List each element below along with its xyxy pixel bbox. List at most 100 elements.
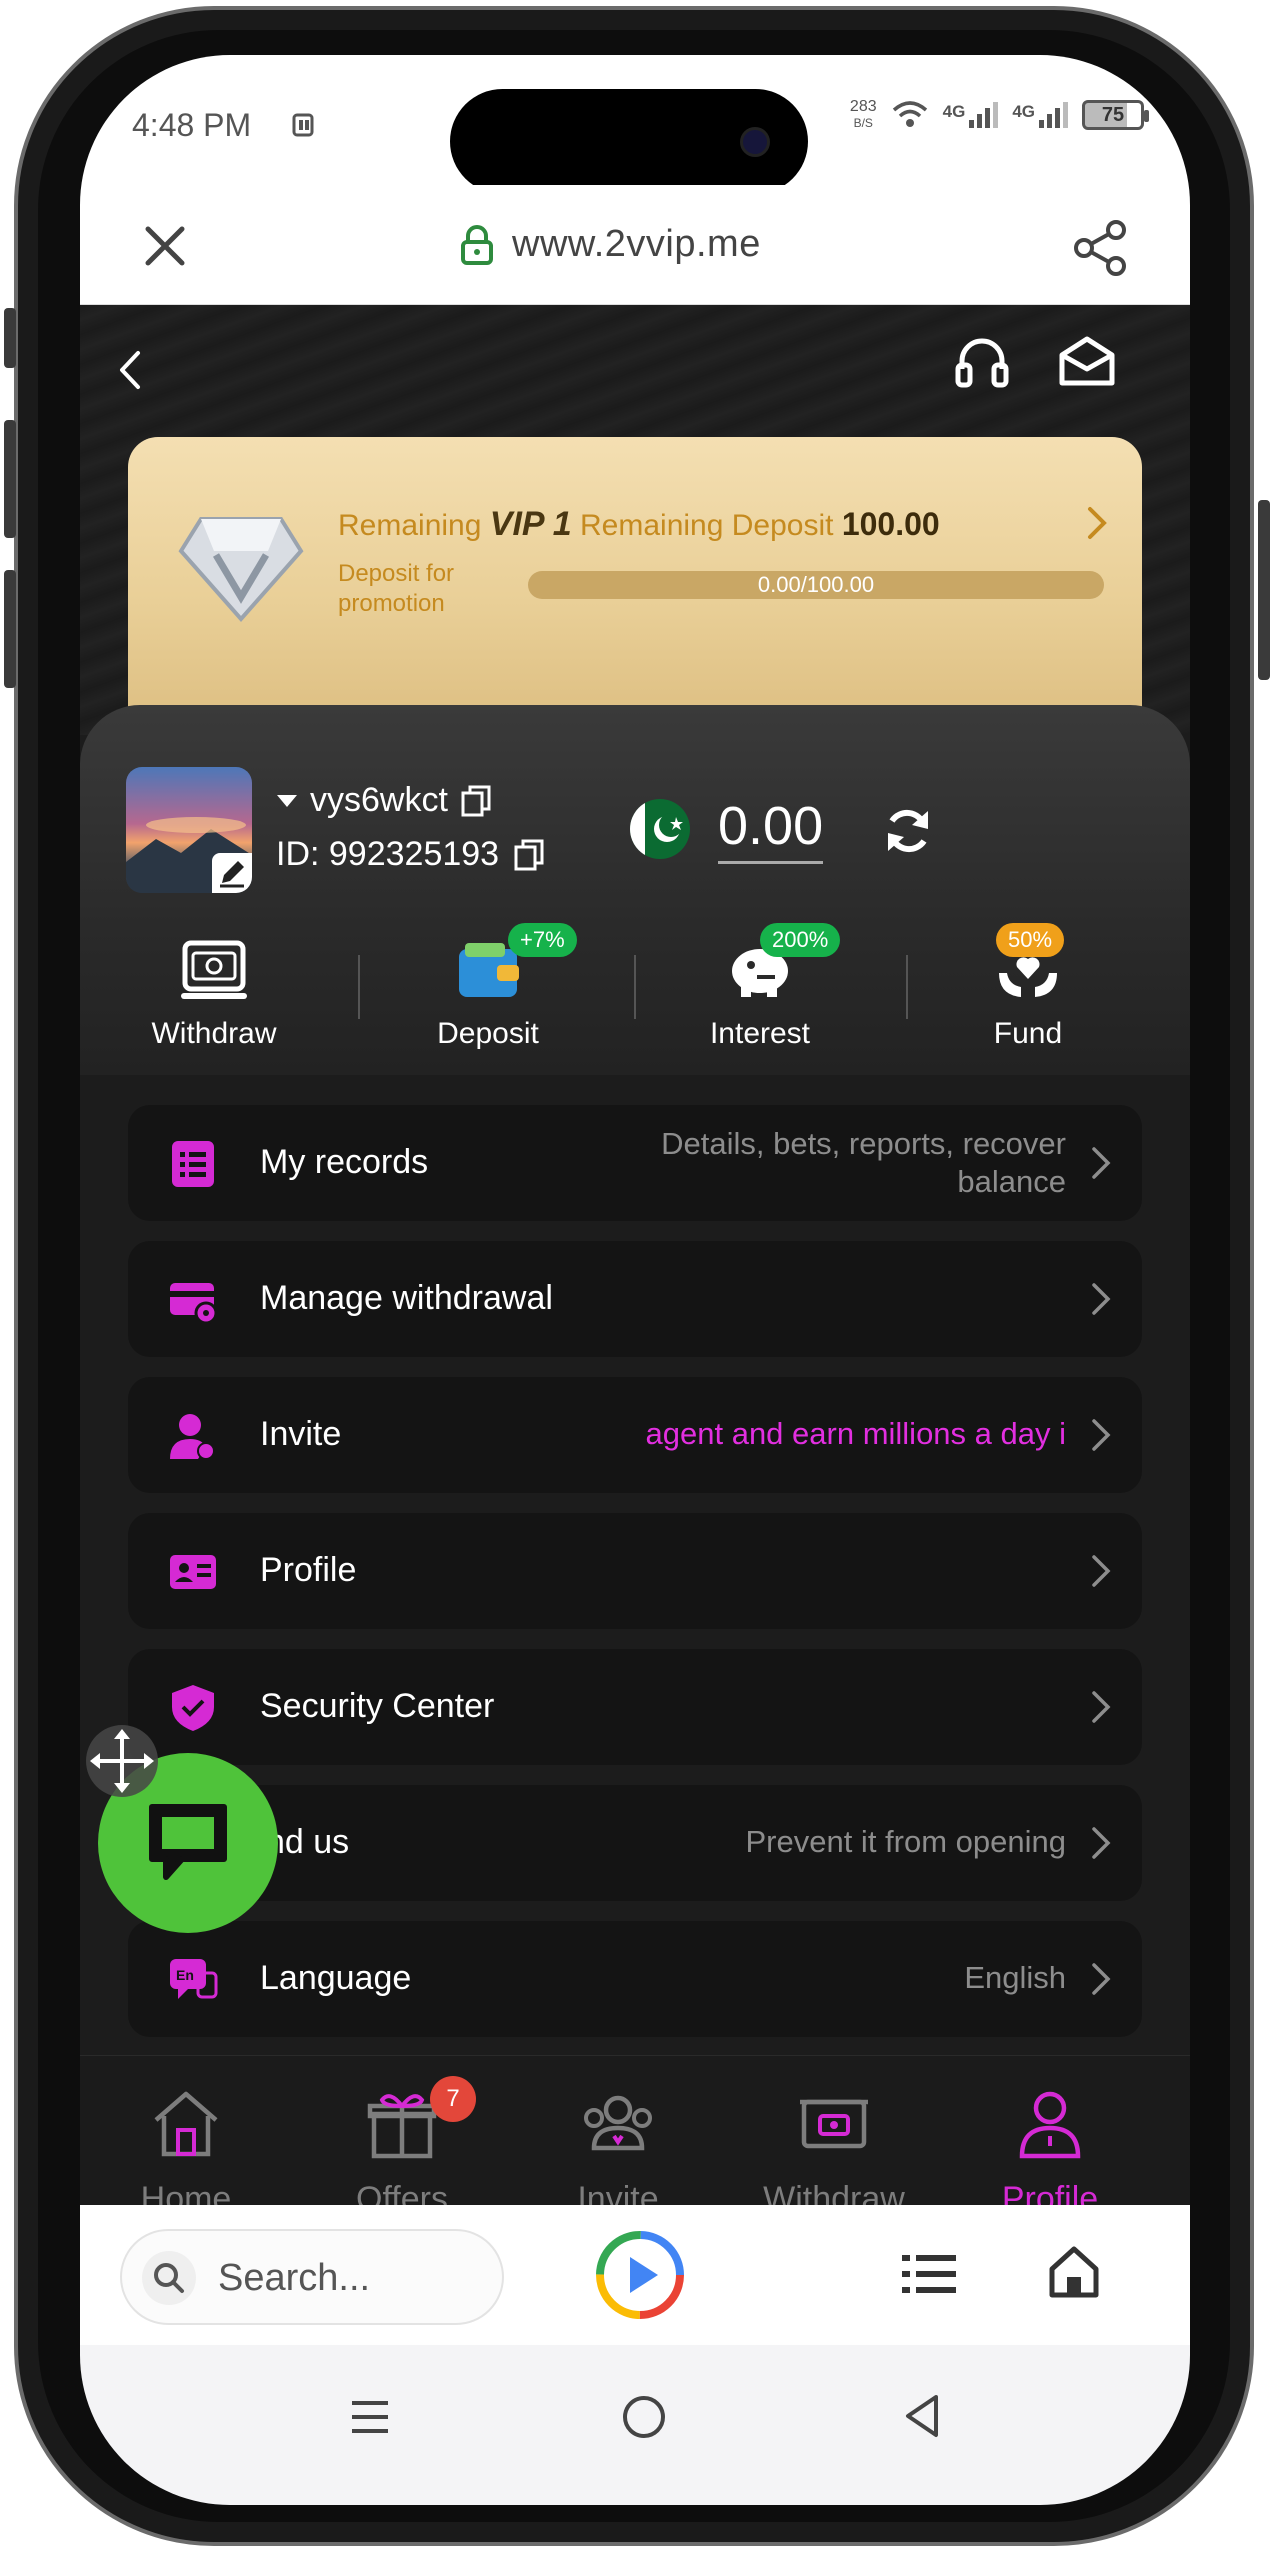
user-id-row: ID: 992325193 [276,835,545,874]
camera-lens [740,127,770,157]
menu-value: Details, bets, reports, recover balance [661,1126,1066,1199]
phone-side-button [4,308,16,368]
signal-bars-icon [969,102,999,128]
vip-status-line: Remaining VIP 1 Remaining Deposit 100.00 [338,505,940,543]
divider [358,955,360,1019]
phone-power-button [1258,500,1270,680]
chevron-right-icon [1092,1691,1111,1723]
chevron-right-icon [1092,1419,1111,1451]
refresh-icon[interactable] [880,803,936,859]
quick-deposit[interactable]: +7% Deposit [398,915,578,1065]
avatar-edit-button[interactable] [212,853,252,893]
status-time: 4:48 PM [132,107,252,143]
menu-item-manage-withdrawal[interactable]: Manage withdrawal [128,1241,1142,1357]
chat-bubble-icon [149,1804,227,1880]
withdraw-wallet-icon [800,2099,868,2149]
pencil-icon [220,861,244,888]
quick-interest-label: Interest [709,1017,811,1050]
home-icon[interactable] [1046,2243,1102,2299]
status-indicators: 283 B/S 4G 4G 75 [849,98,1149,131]
pakistan-flag-icon [630,799,690,859]
nav-back-icon[interactable] [900,2391,944,2441]
vip-level: VIP 1 [489,505,572,543]
quick-actions: Withdraw +7% Deposit 200% Interest 50% F… [80,915,1190,1065]
phone-volume-up [4,420,16,538]
share-icon[interactable] [1072,219,1130,277]
gift-icon [367,2094,437,2159]
browser-bottom-bar: Search... [80,2205,1190,2345]
quick-fund-badge: 50% [996,923,1065,957]
battery-indicator: 75 [1082,100,1149,130]
screen: 4:48 PM 283 B/S 4G 4G 75 www.2vvip.me Re… [80,55,1190,2505]
phone-volume-down [4,570,16,688]
invite-people-icon [584,2095,652,2151]
svg-text:En: En [176,1967,194,1983]
menu-label: Invite [260,1415,342,1453]
vip-deposit-amount: 100.00 [841,506,940,542]
vip-progress-bar: 0.00/100.00 [528,571,1104,599]
withdraw-cash-icon [181,940,247,999]
status-bar: 4:48 PM 283 B/S 4G 4G 75 [80,55,1190,194]
chevron-right-icon [1092,1555,1111,1587]
records-icon [172,1141,214,1187]
menu-item-security-center[interactable]: Security Center [128,1649,1142,1765]
caret-down-icon[interactable] [276,794,298,808]
search-placeholder: Search... [218,2257,371,2299]
divider [634,955,636,1019]
withdrawal-card-icon [170,1283,218,1325]
chevron-right-icon [1092,1147,1111,1179]
close-icon[interactable] [140,221,190,271]
quick-withdraw-label: Withdraw [151,1017,277,1050]
menu-value-marquee: agent and earn millions a day i [645,1416,1066,1451]
menu-item-profile[interactable]: Profile [128,1513,1142,1629]
url-display[interactable]: www.2vvip.me [460,223,761,266]
menu-item-language[interactable]: En Language English [128,1921,1142,2037]
copy-icon[interactable] [460,784,492,818]
recent-apps-icon[interactable] [348,2395,392,2439]
username: vys6wkct [310,781,448,819]
page-header: Remaining VIP 1 Remaining Deposit 100.00… [80,305,1190,737]
quick-interest-badge: 200% [760,923,841,957]
drag-move-handle[interactable] [86,1725,158,1797]
divider [906,955,908,1019]
android-nav-bar [80,2345,1190,2505]
avatar[interactable] [126,767,252,893]
net-speed: 283 B/S [849,98,877,131]
signal-bars-icon [1039,102,1068,128]
play-icon[interactable] [594,2229,686,2321]
chevron-right-icon [1088,507,1107,539]
browser-search-box[interactable]: Search... [120,2229,504,2325]
quick-withdraw[interactable]: Withdraw [124,915,304,1065]
nav-home-icon[interactable] [620,2393,668,2441]
list-icon[interactable] [900,2249,958,2299]
menu-label: My records [260,1143,429,1181]
mail-icon[interactable] [1056,331,1118,393]
signal-2: 4G [1012,102,1068,128]
vip-promo-text: Deposit for promotion [338,560,455,617]
quick-deposit-label: Deposit [437,1017,539,1050]
menu-item-invite[interactable]: Invite agent and earn millions a day i [128,1377,1142,1493]
lock-icon [461,224,493,265]
magnifier-glyph [154,2263,184,2293]
language-icon: En [170,1959,218,1999]
invite-person-icon [170,1414,215,1460]
home-icon [154,2091,218,2157]
vip-card[interactable]: Remaining VIP 1 Remaining Deposit 100.00… [128,437,1142,737]
user-id: ID: 992325193 [276,835,500,873]
menu-item-find-us[interactable]: nd us Prevent it from opening [128,1785,1142,1901]
profile-person-icon [1019,2091,1081,2159]
shield-check-icon [172,1685,214,1731]
vip-diamond-icon [178,517,304,623]
headset-icon[interactable] [952,333,1012,393]
move-arrows-icon [90,1729,154,1793]
dynamic-island [450,89,808,194]
back-arrow-icon[interactable] [110,345,150,395]
quick-fund[interactable]: 50% Fund [938,915,1118,1065]
copy-icon[interactable] [513,838,545,872]
quick-deposit-badge: +7% [508,923,577,957]
profile-card-icon [170,1555,216,1589]
menu-item-my-records[interactable]: My records Details, bets, reports, recov… [128,1105,1142,1221]
menu-label: Profile [260,1551,357,1589]
signal-1: 4G [943,102,999,128]
quick-interest[interactable]: 200% Interest [670,915,850,1065]
